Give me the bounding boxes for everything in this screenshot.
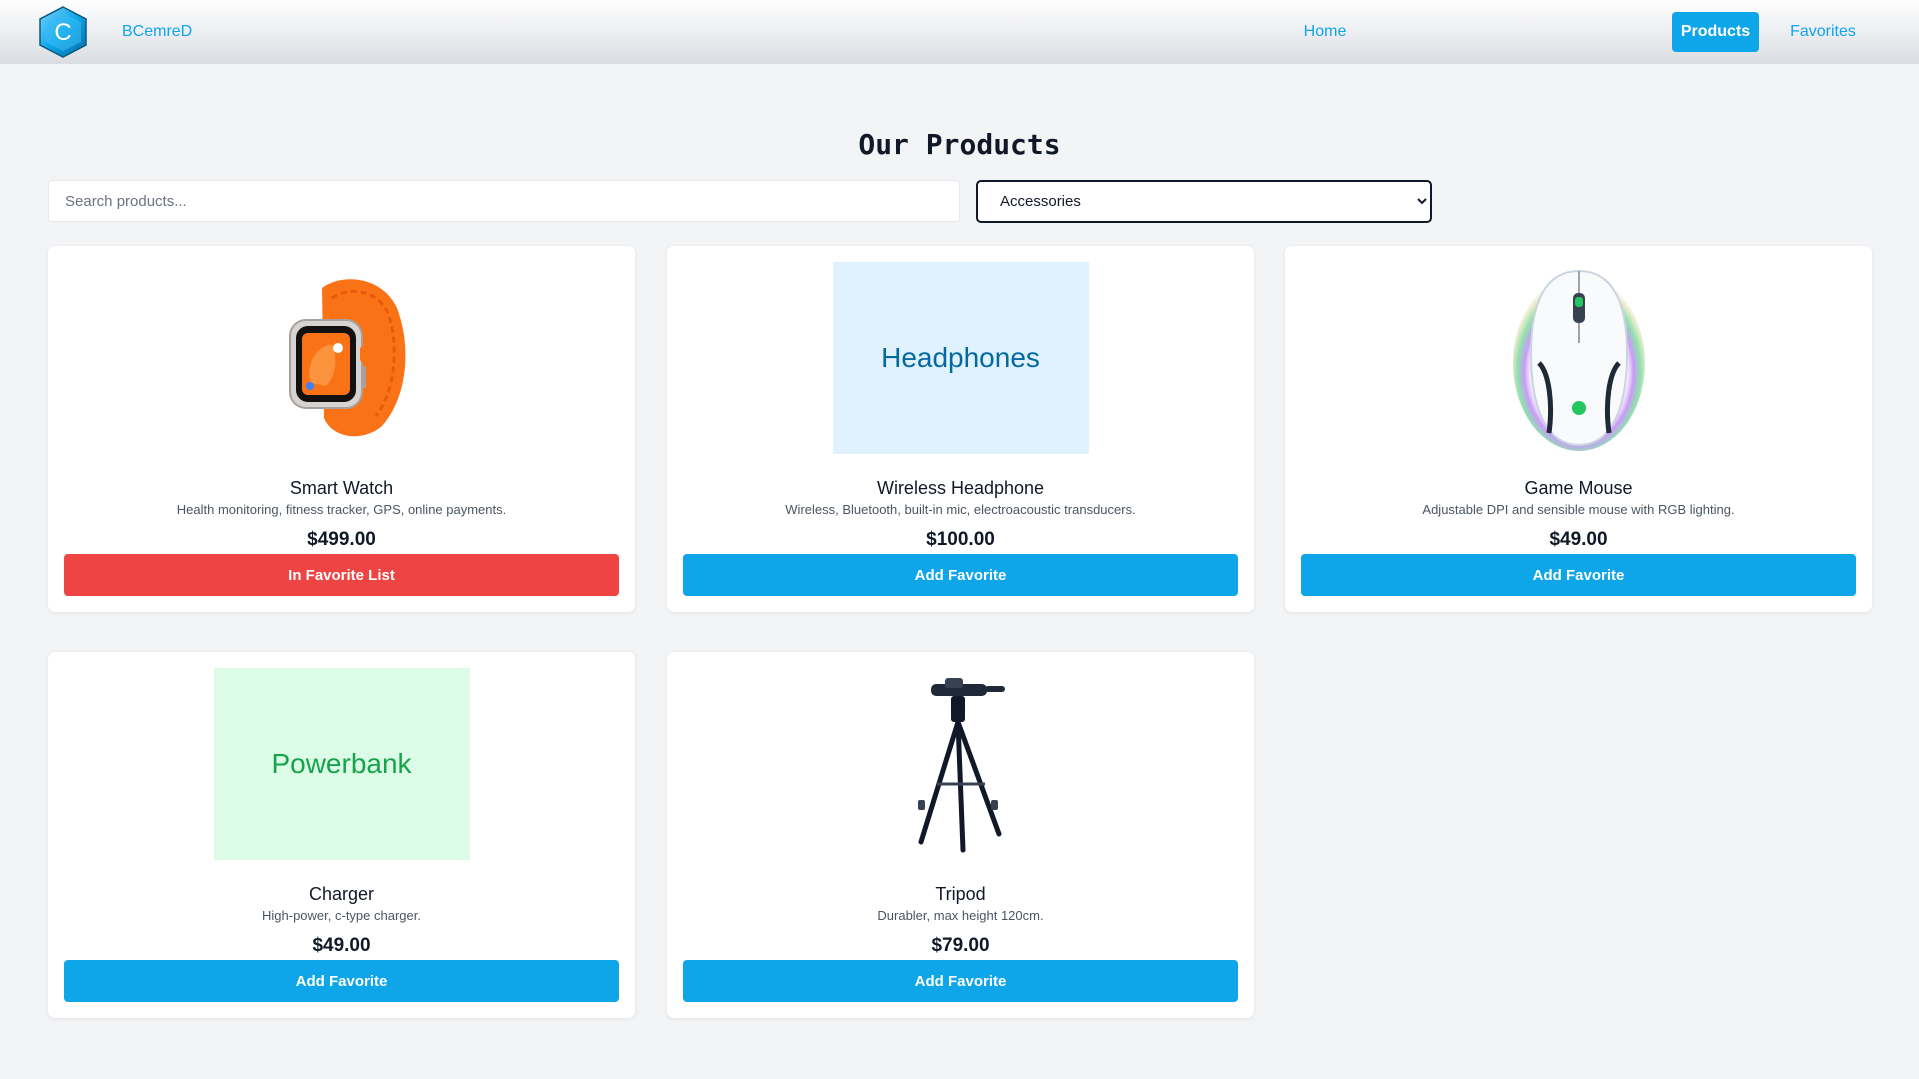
product-card-charger: Powerbank Charger High-power, c-type cha… [48,652,635,1018]
product-price: $100.00 [926,529,995,550]
nav-home[interactable]: Home [1285,12,1365,52]
product-card-smart-watch: Smart Watch Health monitoring, fitness t… [48,246,635,612]
product-name: Wireless Headphone [876,478,1045,498]
product-image [214,262,470,454]
product-description: High-power, c-type charger. [262,908,421,923]
logo[interactable]: C [36,6,90,58]
product-image [1451,262,1707,454]
brand-name[interactable]: BCemreD [122,23,192,41]
top-navbar: C BCemreD Home Products Favorites [0,0,1919,64]
product-price: $499.00 [307,529,376,550]
nav-favorites[interactable]: Favorites [1779,12,1867,52]
product-description: Adjustable DPI and sensible mouse with R… [1422,502,1735,517]
product-card-tripod: Tripod Durabler, max height 120cm. $79.0… [667,652,1254,1018]
product-price: $79.00 [931,935,990,956]
product-description: Health monitoring, fitness tracker, GPS,… [176,502,507,517]
watch-icon [288,279,405,437]
product-card-game-mouse: Game Mouse Adjustable DPI and sensible m… [1285,246,1872,612]
tripod-icon [917,678,1005,853]
product-description: Wireless, Bluetooth, built-in mic, elect… [785,502,1136,517]
page-title: Our Products [858,128,1061,161]
svg-text:C: C [54,19,71,46]
add-favorite-button[interactable]: Add Favorite [683,554,1238,596]
product-name: Charger [308,884,375,904]
product-description: Durabler, max height 120cm. [877,908,1044,923]
product-image: Powerbank [213,668,470,860]
image-placeholder: Powerbank [213,668,470,860]
product-name: Game Mouse [1524,478,1633,498]
in-favorite-list-button[interactable]: In Favorite List [64,554,619,596]
category-select[interactable]: Accessories [976,180,1432,223]
product-name: Smart Watch [289,478,394,498]
add-favorite-button[interactable]: Add Favorite [64,960,619,1002]
product-image [833,668,1089,860]
product-image: Headphones [832,262,1089,454]
product-price: $49.00 [312,935,371,956]
add-favorite-button[interactable]: Add Favorite [1301,554,1856,596]
mouse-icon [1512,269,1645,451]
product-price: $49.00 [1549,529,1608,550]
add-favorite-button[interactable]: Add Favorite [683,960,1238,1002]
product-card-wireless-headphone: Headphones Wireless Headphone Wireless, … [667,246,1254,612]
product-name: Tripod [935,884,986,904]
search-input[interactable] [48,180,960,222]
image-placeholder: Headphones [832,262,1089,454]
nav-products[interactable]: Products [1672,12,1759,52]
